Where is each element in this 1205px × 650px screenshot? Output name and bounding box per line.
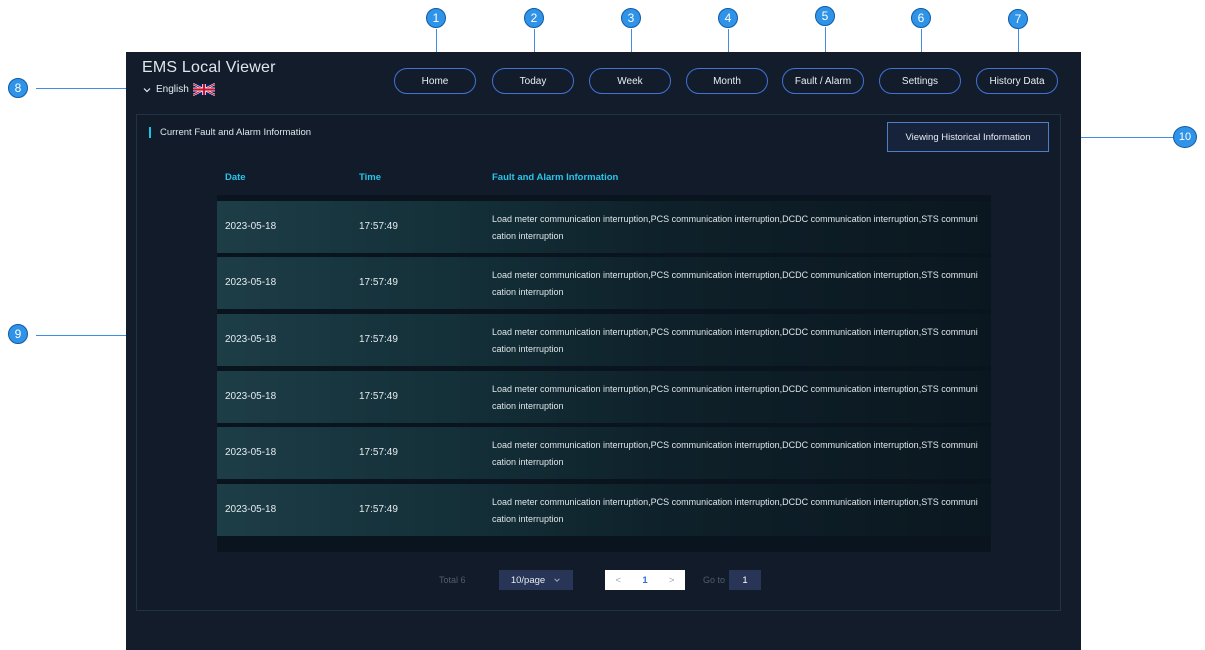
goto-page-input[interactable]: 1 — [729, 570, 761, 590]
nav-fault-alarm-button[interactable]: Fault / Alarm — [782, 68, 864, 94]
cell-time: 17:57:49 — [359, 221, 398, 232]
cell-info: Load meter communication interruption,PC… — [492, 440, 978, 467]
cell-date: 2023-05-18 — [225, 277, 277, 288]
cell-time: 17:57:49 — [359, 504, 398, 515]
cell-time: 17:57:49 — [359, 334, 398, 345]
nav-history-data-button[interactable]: History Data — [976, 68, 1058, 94]
callout-line-10 — [1066, 137, 1174, 138]
fault-alarm-panel: Current Fault and Alarm Information View… — [136, 114, 1061, 611]
cell-time: 17:57:49 — [359, 447, 398, 458]
cell-info: Load meter communication interruption,PC… — [492, 270, 978, 297]
nav-month-button[interactable]: Month — [686, 68, 768, 94]
cell-time: 17:57:49 — [359, 391, 398, 402]
chevron-down-icon — [143, 87, 151, 92]
cell-date: 2023-05-18 — [225, 391, 277, 402]
page-size-select[interactable]: 10/page — [499, 570, 573, 590]
app-window: EMS Local Viewer English Home Today Week… — [126, 52, 1081, 650]
callout-marker: 10 — [1173, 126, 1197, 148]
column-header-time: Time — [359, 172, 382, 183]
cell-date: 2023-05-18 — [225, 447, 277, 458]
table-row: 2023-05-18 17:57:49 Load meter communica… — [217, 314, 991, 366]
cell-info: Load meter communication interruption,PC… — [492, 214, 978, 241]
view-history-button[interactable]: Viewing Historical Information — [887, 122, 1049, 152]
cell-date: 2023-05-18 — [225, 334, 277, 345]
pagination-controls: < 1 > — [605, 570, 685, 590]
table-row: 2023-05-18 17:57:49 Load meter communica… — [217, 201, 991, 253]
nav-settings-button[interactable]: Settings — [879, 68, 961, 94]
goto-label: Go to — [703, 575, 726, 585]
table-row: 2023-05-18 17:57:49 Load meter communica… — [217, 484, 991, 536]
callout-marker: 4 — [718, 8, 738, 28]
table-row: 2023-05-18 17:57:49 Load meter communica… — [217, 371, 991, 423]
callout-marker: 7 — [1008, 9, 1028, 29]
callout-marker: 1 — [426, 8, 446, 28]
callout-marker: 6 — [911, 8, 931, 28]
callout-marker: 5 — [815, 6, 835, 26]
callout-marker: 9 — [8, 324, 28, 344]
callout-marker: 2 — [524, 8, 544, 28]
cell-info: Load meter communication interruption,PC… — [492, 384, 978, 411]
nav-home-button[interactable]: Home — [394, 68, 476, 94]
cell-date: 2023-05-18 — [225, 504, 277, 515]
page-number-button[interactable]: 1 — [632, 575, 659, 586]
nav-week-button[interactable]: Week — [589, 68, 671, 94]
section-title: Current Fault and Alarm Information — [149, 127, 311, 138]
fault-alarm-table: 2023-05-18 17:57:49 Load meter communica… — [217, 195, 991, 552]
nav-today-button[interactable]: Today — [492, 68, 574, 94]
cell-info: Load meter communication interruption,PC… — [492, 327, 978, 354]
cell-info: Load meter communication interruption,PC… — [492, 497, 978, 524]
uk-flag-icon — [192, 83, 215, 96]
callout-marker: 8 — [8, 78, 28, 98]
next-page-button[interactable]: > — [658, 575, 685, 586]
cell-date: 2023-05-18 — [225, 221, 277, 232]
callout-marker: 3 — [621, 8, 641, 28]
app-title: EMS Local Viewer — [142, 59, 276, 76]
cell-time: 17:57:49 — [359, 277, 398, 288]
total-count: Total 6 — [439, 575, 466, 585]
column-header-info: Fault and Alarm Information — [492, 172, 619, 183]
column-header-date: Date — [225, 172, 246, 183]
table-row: 2023-05-18 17:57:49 Load meter communica… — [217, 257, 991, 309]
table-row: 2023-05-18 17:57:49 Load meter communica… — [217, 427, 991, 479]
chevron-down-icon — [554, 578, 560, 582]
language-label: English — [156, 84, 189, 95]
prev-page-button[interactable]: < — [605, 575, 632, 586]
language-selector[interactable]: English — [142, 83, 215, 96]
page-size-value: 10/page — [510, 574, 546, 586]
